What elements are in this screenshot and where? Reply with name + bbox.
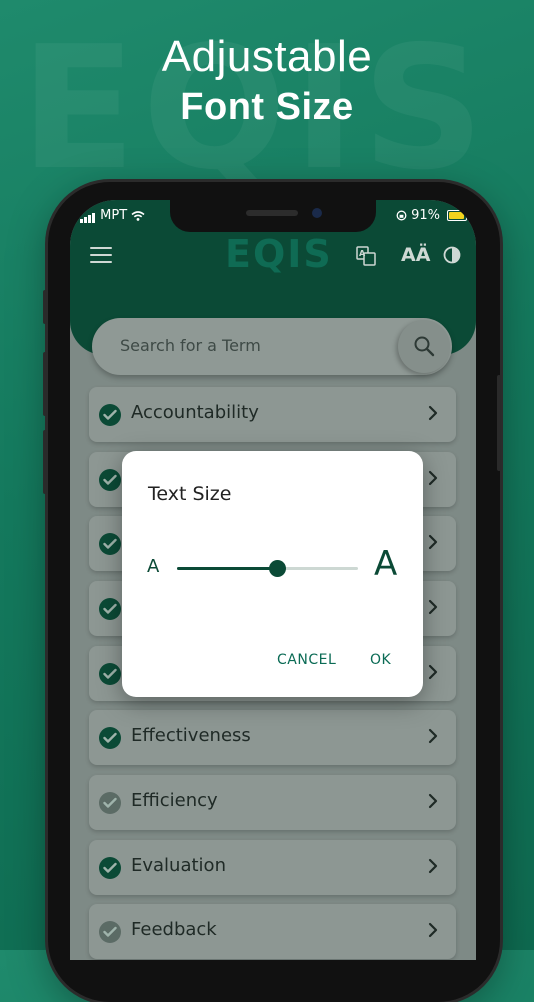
status-right: 91% — [396, 208, 468, 223]
term-label: Effectiveness — [131, 725, 251, 746]
chevron-right-icon — [428, 534, 438, 550]
chevron-right-icon — [428, 599, 438, 615]
term-row[interactable]: Effectiveness — [89, 710, 456, 765]
side-button-right — [497, 375, 501, 471]
search-icon — [414, 336, 435, 357]
check-icon — [99, 857, 121, 879]
term-row[interactable]: Evaluation — [89, 840, 456, 895]
term-row[interactable]: Efficiency — [89, 775, 456, 830]
front-camera — [312, 208, 322, 218]
translate-icon[interactable]: A — [356, 246, 376, 270]
chevron-right-icon — [428, 858, 438, 874]
check-icon — [99, 598, 121, 620]
side-button-left-3 — [43, 430, 47, 494]
search-bar[interactable]: Search for a Term — [92, 318, 452, 375]
term-label: Efficiency — [131, 790, 218, 811]
contrast-icon[interactable] — [443, 246, 461, 269]
rotation-lock-icon — [396, 208, 411, 223]
check-icon — [99, 727, 121, 749]
battery-percent: 91% — [411, 208, 441, 223]
chevron-right-icon — [428, 470, 438, 486]
battery-icon — [447, 210, 468, 221]
phone-notch — [170, 200, 376, 232]
status-left: MPT — [80, 208, 145, 223]
check-icon — [99, 469, 121, 491]
term-label: Accountability — [131, 402, 259, 423]
promo-line-1: Adjustable — [161, 32, 373, 81]
check-icon — [99, 404, 121, 426]
chevron-right-icon — [428, 793, 438, 809]
large-text-indicator: A — [374, 544, 398, 584]
svg-text:A: A — [359, 249, 366, 258]
carrier-name: MPT — [100, 208, 128, 223]
chevron-right-icon — [428, 664, 438, 680]
search-button[interactable] — [398, 320, 450, 373]
cancel-button[interactable]: CANCEL — [277, 652, 336, 668]
term-row[interactable]: Accountability — [89, 387, 456, 442]
term-label: Evaluation — [131, 855, 226, 876]
promo-line-2: Font Size — [180, 86, 354, 128]
text-size-slider[interactable] — [177, 560, 358, 577]
promo-headline: Adjustable Font Size — [0, 30, 534, 130]
speaker — [246, 210, 298, 216]
text-size-dialog: Text Size A A CANCEL OK — [122, 451, 423, 697]
check-icon — [99, 921, 121, 943]
side-button-left-1 — [43, 290, 47, 324]
check-icon — [99, 792, 121, 814]
search-input[interactable]: Search for a Term — [120, 336, 261, 355]
dialog-title: Text Size — [148, 483, 232, 505]
signal-icon — [80, 208, 96, 223]
font-size-icon[interactable]: AÄ — [401, 244, 430, 266]
term-row[interactable]: Feedback — [89, 904, 456, 959]
hamburger-menu-icon[interactable] — [90, 247, 112, 268]
side-button-left-2 — [43, 352, 47, 416]
ok-button[interactable]: OK — [370, 652, 391, 668]
small-text-indicator: A — [147, 556, 160, 577]
check-icon — [99, 663, 121, 685]
slider-fill — [177, 567, 277, 570]
slider-thumb[interactable] — [268, 560, 286, 577]
wifi-icon — [131, 208, 145, 223]
check-icon — [99, 533, 121, 555]
app-logo: EQIS — [225, 232, 333, 276]
chevron-right-icon — [428, 922, 438, 938]
term-label: Feedback — [131, 919, 217, 940]
chevron-right-icon — [428, 405, 438, 421]
chevron-right-icon — [428, 728, 438, 744]
